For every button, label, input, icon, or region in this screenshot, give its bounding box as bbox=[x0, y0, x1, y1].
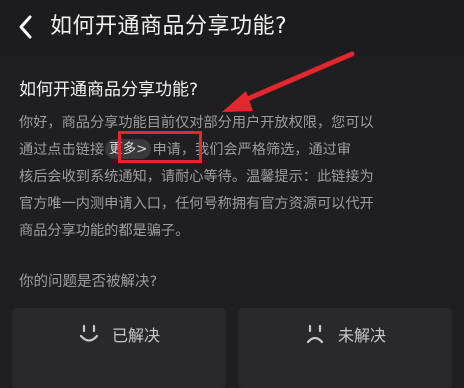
solved-button-label: 已解决 bbox=[111, 326, 160, 345]
solved-button[interactable]: 已解决 bbox=[12, 308, 226, 388]
frown-face-icon bbox=[306, 324, 324, 344]
feedback-question: 你的问题是否被解决? bbox=[19, 274, 158, 290]
unsolved-button[interactable]: 未解决 bbox=[238, 308, 452, 388]
unsolved-button-label: 未解决 bbox=[337, 326, 386, 345]
smile-face-icon bbox=[79, 324, 99, 342]
